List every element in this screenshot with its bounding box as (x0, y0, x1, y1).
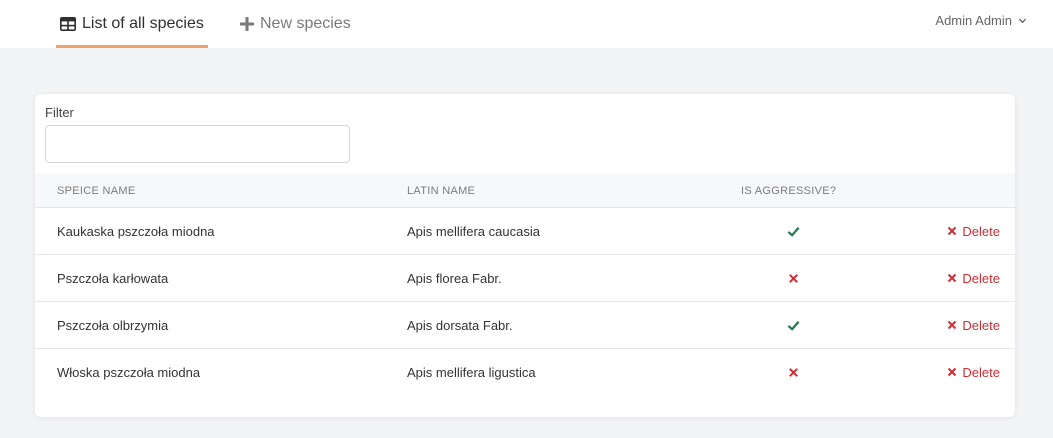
aggressive-status (786, 255, 800, 301)
filter-input[interactable] (45, 125, 350, 163)
latin-name: Apis mellifera ligustica (407, 364, 536, 380)
aggressive-status (786, 208, 800, 254)
delete-button[interactable]: Delete (947, 255, 1000, 301)
aggressive-status (786, 302, 800, 348)
table-row: Pszczoła karłowata Apis florea Fabr. Del… (35, 255, 1015, 302)
column-header-latin-name[interactable]: LATIN NAME (407, 173, 475, 208)
species-name: Pszczoła olbrzymia (57, 317, 169, 333)
tab-new-species[interactable]: New species (240, 0, 351, 48)
tab-label: New species (260, 15, 351, 32)
column-header-species-name[interactable]: SPEICE NAME (57, 173, 136, 208)
species-name: Pszczoła karłowata (57, 270, 169, 286)
delete-button[interactable]: Delete (947, 349, 1000, 395)
check-icon (787, 226, 799, 237)
plus-icon (240, 17, 254, 31)
table-icon (60, 17, 76, 31)
species-card: Filter SPEICE NAME LATIN NAME IS AGGRESS… (35, 94, 1015, 417)
delete-label: Delete (962, 223, 1000, 239)
species-name: Włoska pszczoła miodna (57, 364, 201, 380)
delete-label: Delete (962, 270, 1000, 286)
delete-button[interactable]: Delete (947, 302, 1000, 348)
cross-icon (788, 273, 798, 283)
latin-name: Apis florea Fabr. (407, 270, 502, 286)
close-icon (948, 367, 957, 377)
close-icon (948, 273, 957, 283)
table-row: Włoska pszczoła miodna Apis mellifera li… (35, 349, 1015, 396)
delete-label: Delete (962, 317, 1000, 333)
close-icon (948, 320, 957, 330)
delete-button[interactable]: Delete (947, 208, 1000, 254)
column-header-is-aggressive[interactable]: IS AGGRESSIVE? (741, 173, 836, 208)
aggressive-status (786, 349, 800, 395)
tab-list-of-all-species[interactable]: List of all species (56, 0, 208, 48)
table-row: Kaukaska pszczoła miodna Apis mellifera … (35, 208, 1015, 255)
chevron-down-icon (1018, 18, 1027, 23)
top-navbar: List of all species New species Admin Ad… (0, 0, 1053, 48)
latin-name: Apis dorsata Fabr. (407, 317, 513, 333)
check-icon (787, 320, 799, 331)
table-header: SPEICE NAME LATIN NAME IS AGGRESSIVE? (35, 173, 1015, 208)
user-menu[interactable]: Admin Admin (935, 0, 1027, 40)
delete-label: Delete (962, 364, 1000, 380)
species-name: Kaukaska pszczoła miodna (57, 223, 215, 239)
cross-icon (788, 367, 798, 377)
latin-name: Apis mellifera caucasia (407, 223, 540, 239)
table-row: Pszczoła olbrzymia Apis dorsata Fabr. De… (35, 302, 1015, 349)
filter-label: Filter (45, 105, 74, 120)
tab-label: List of all species (82, 15, 204, 32)
close-icon (948, 226, 957, 236)
user-name: Admin Admin (935, 12, 1012, 28)
